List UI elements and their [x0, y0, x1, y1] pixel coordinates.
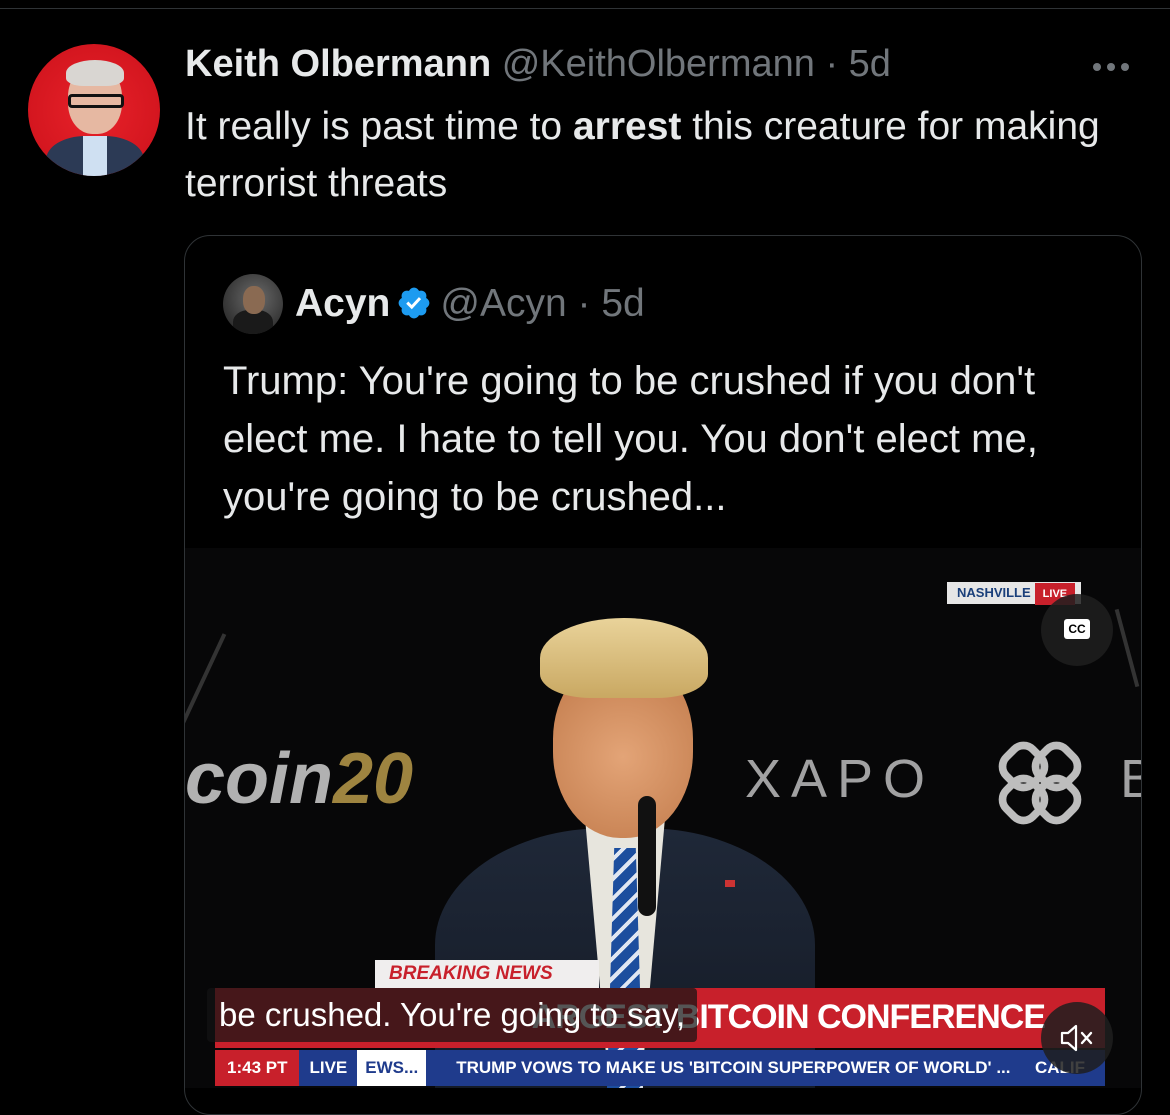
- more-icon[interactable]: [1093, 58, 1139, 71]
- ticker-live: LIVE: [309, 1058, 348, 1077]
- tweet-header: Keith Olbermann @KeithOlbermann · 5d: [185, 42, 891, 86]
- separator: ·: [566, 282, 602, 325]
- quoted-tweet-text: Trump: You're going to be crushed if you…: [223, 359, 1038, 519]
- ticker-network: EWS...: [357, 1050, 427, 1086]
- separator: ·: [814, 43, 849, 85]
- quoted-tweet-card[interactable]: Acyn @Acyn · 5d Trump: You're going to be…: [184, 235, 1142, 1115]
- stage-logo-bitcoin: coin20: [185, 739, 414, 819]
- breaking-news-label: BREAKING NEWS: [375, 960, 599, 988]
- tweet-text-bold: arrest: [572, 105, 682, 148]
- tweet-time[interactable]: 5d: [849, 43, 891, 85]
- tweet-text-start: It really is past time to: [185, 105, 573, 148]
- mute-icon: [1060, 1024, 1093, 1052]
- author-handle[interactable]: @KeithOlbermann: [502, 43, 815, 85]
- stage-logo-b: B: [1120, 748, 1141, 810]
- xapo-logo-icon: [998, 741, 1082, 825]
- ticker-time: 1:43 PT: [215, 1050, 300, 1086]
- quoted-author-name[interactable]: Acyn: [295, 282, 390, 325]
- quoted-author-handle[interactable]: @Acyn: [440, 282, 566, 325]
- author-name[interactable]: Keith Olbermann: [185, 43, 491, 85]
- ticker-message: TRUMP VOWS TO MAKE US 'BITCOIN SUPERPOWE…: [456, 1058, 1011, 1077]
- author-avatar[interactable]: [28, 44, 160, 176]
- video-player[interactable]: coin20 XAPO B NASHVILLELIVE CC BREAKING …: [185, 548, 1141, 1088]
- news-ticker: 1:43 PT LIVE EWS... TRUMP VOWS TO MAKE US '…: [215, 1050, 1105, 1086]
- tweet-text: It really is past time to arrest this cr…: [185, 98, 1135, 212]
- top-divider: [0, 8, 1170, 9]
- verified-icon: [399, 287, 430, 319]
- quoted-tweet-time[interactable]: 5d: [601, 282, 644, 325]
- cc-button[interactable]: CC: [1041, 594, 1113, 666]
- cc-icon: CC: [1064, 619, 1090, 639]
- quoted-tweet-header: Acyn @Acyn · 5d: [295, 280, 645, 328]
- mute-button[interactable]: [1041, 1002, 1113, 1074]
- video-caption: be crushed. You're going to say,: [207, 988, 698, 1042]
- quoted-author-avatar[interactable]: [223, 274, 283, 334]
